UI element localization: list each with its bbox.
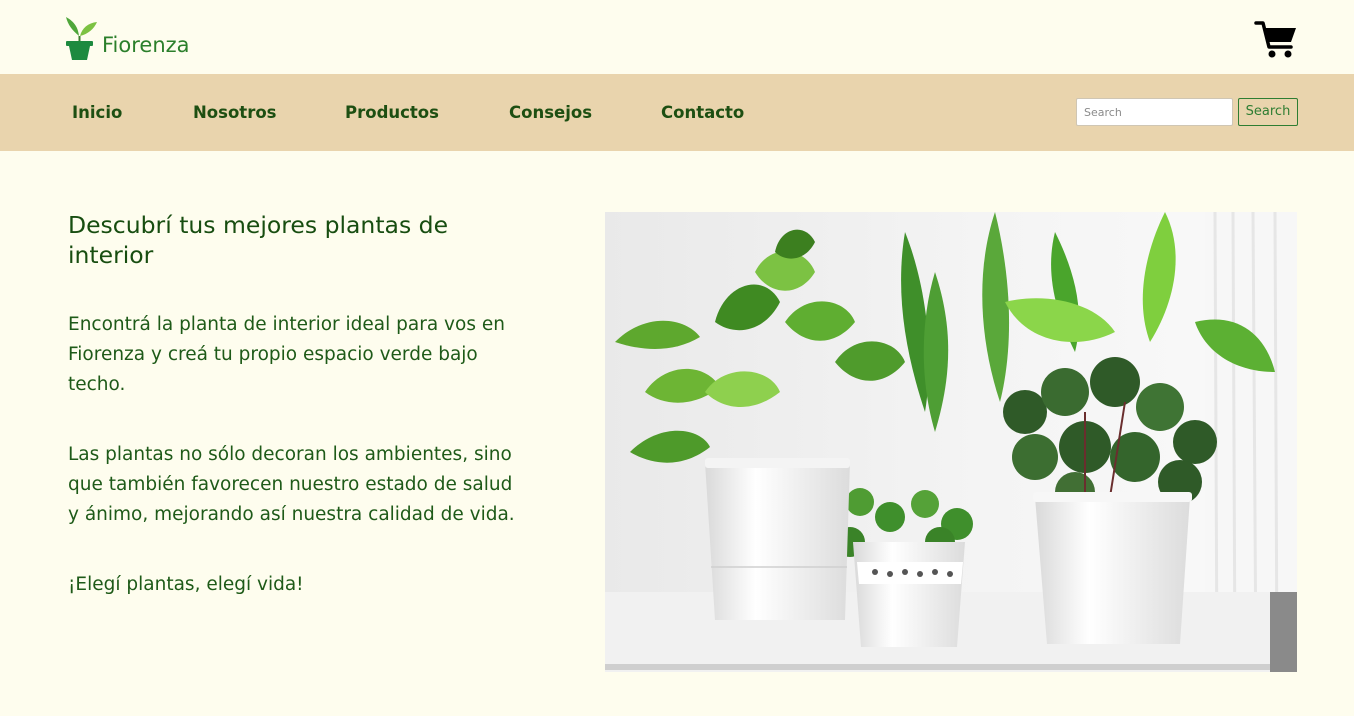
nav-item-contacto[interactable]: Contacto [661,102,744,124]
nav-item-nosotros[interactable]: Nosotros [193,102,276,124]
potted-plant-icon [62,14,98,62]
search-input[interactable] [1076,98,1233,126]
nav-item-inicio[interactable]: Inicio [72,102,122,124]
main-navigation: Inicio Nosotros Productos Consejos Conta… [0,74,1354,151]
brand-name: Fiorenza [102,33,190,57]
hero-plants-image [605,212,1297,672]
hero-text: Descubrí tus mejores plantas de interior… [68,210,518,640]
hero-title: Descubrí tus mejores plantas de interior [68,211,449,269]
search-button[interactable]: Search [1238,98,1298,126]
hero-paragraph-intro: Encontrá la planta de interior ideal par… [68,314,505,395]
nav-item-consejos[interactable]: Consejos [509,102,592,124]
nav-item-productos[interactable]: Productos [345,102,439,124]
shopping-cart-icon[interactable] [1254,20,1298,60]
site-header: Fiorenza [0,0,1354,74]
hero-paragraph-benefits: Las plantas no sólo decoran los ambiente… [68,444,515,525]
hero-paragraph-slogan: ¡Elegí plantas, elegí vida! [68,574,304,595]
brand-link[interactable]: Fiorenza [62,12,190,62]
